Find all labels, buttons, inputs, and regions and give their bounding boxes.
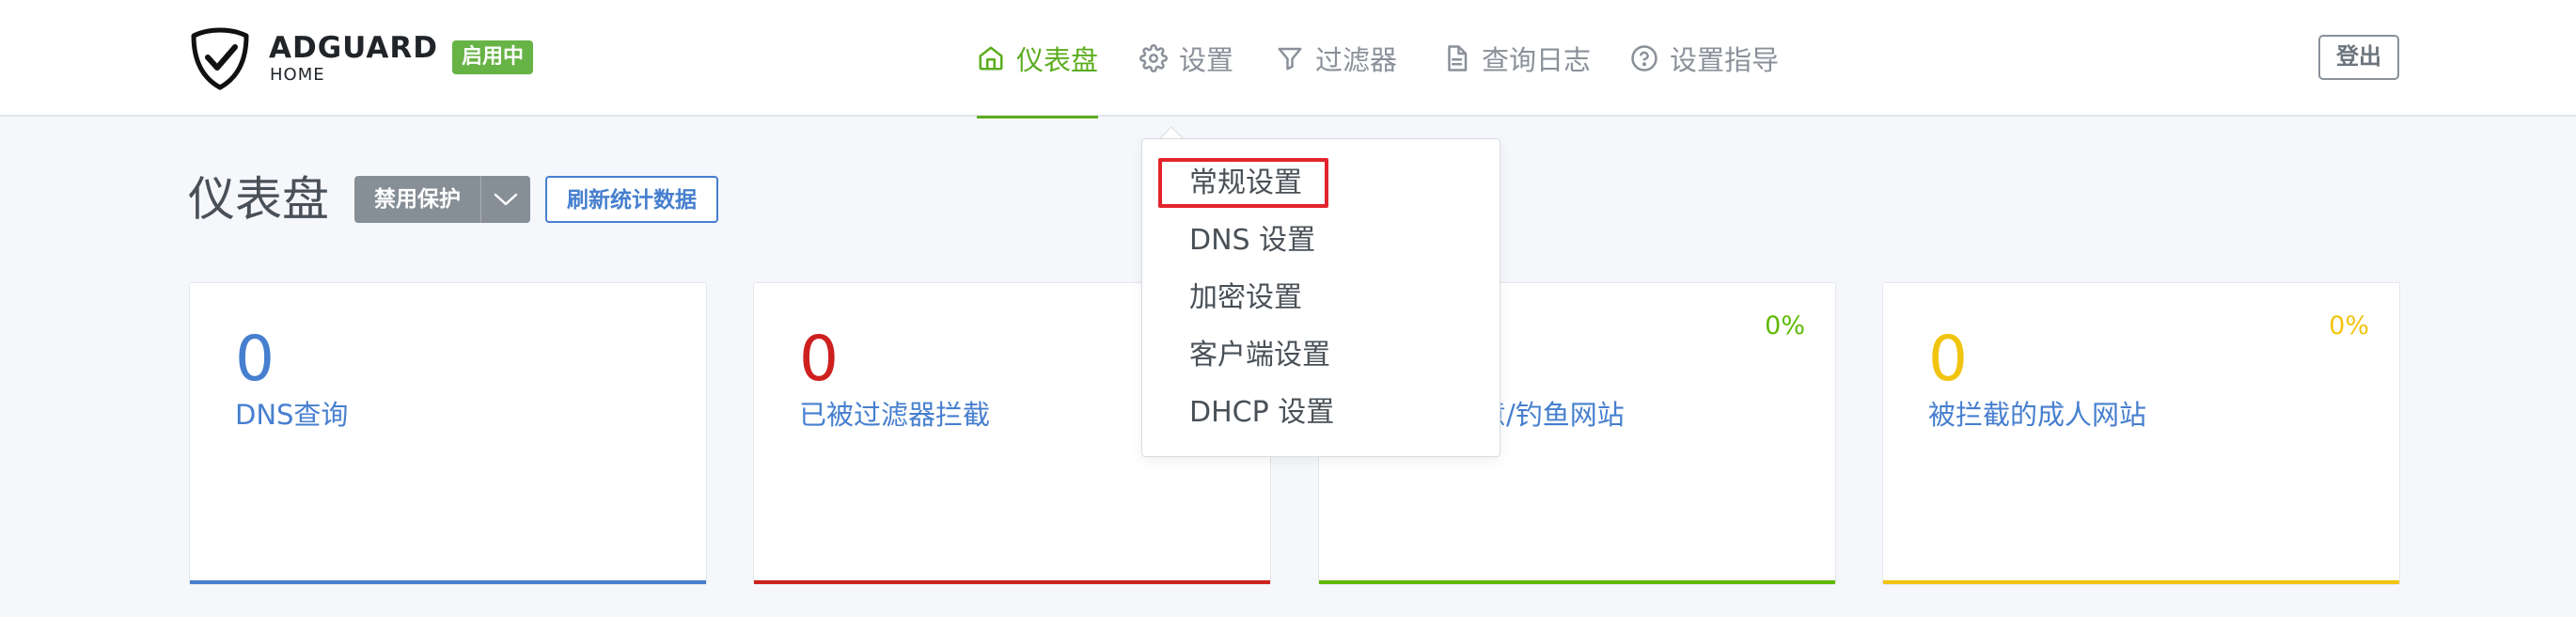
stat-count: 0 [1928, 323, 1968, 395]
stat-percent: 0% [2329, 311, 2369, 340]
nav-query-log[interactable]: 查询日志 [1442, 0, 1591, 117]
settings-dropdown-menu: 常规设置 DNS 设置 加密设置 客户端设置 DHCP 设置 [1141, 138, 1500, 457]
brand-subtitle: HOME [270, 65, 325, 85]
stat-card-blocked-adult-sites[interactable]: 0% 0 被拦截的成人网站 [1882, 282, 2400, 585]
gear-icon [1139, 44, 1168, 72]
nav-dashboard-label: 仪表盘 [1016, 44, 1099, 76]
menu-item-general-settings[interactable]: 常规设置 [1189, 160, 1302, 207]
help-circle-icon [1631, 45, 1657, 71]
page-title: 仪表盘 [188, 172, 329, 227]
stat-label: 被拦截的成人网站 [1928, 399, 2147, 431]
nav-settings[interactable]: 设置 [1139, 0, 1233, 117]
nav-filters[interactable]: 过滤器 [1276, 0, 1397, 117]
brand-name: ADGUARD [269, 31, 438, 65]
home-icon [979, 46, 1003, 71]
stat-card-dns-queries[interactable]: 0 DNS查询 [189, 282, 707, 585]
stat-label: 已被过滤器拦截 [799, 399, 991, 431]
menu-item-client-settings[interactable]: 客户端设置 [1189, 332, 1330, 379]
stat-percent: 0% [1765, 311, 1805, 340]
nav-filters-label: 过滤器 [1315, 44, 1398, 76]
filter-icon [1278, 47, 1302, 71]
stat-label: DNS查询 [235, 399, 349, 431]
top-navbar: ADGUARD HOME 启用中 仪表盘 设置 过滤器 查询日志 设置指导 登出 [0, 0, 2576, 119]
nav-dashboard[interactable]: 仪表盘 [977, 0, 1099, 119]
disable-protection-button-group: 禁用保护 [354, 176, 530, 223]
adguard-shield-logo[interactable] [188, 26, 252, 90]
disable-protection-button[interactable]: 禁用保护 [354, 176, 480, 223]
stat-bar [1883, 580, 2399, 584]
refresh-statistics-button[interactable]: 刷新统计数据 [545, 176, 718, 223]
menu-item-encryption-settings[interactable]: 加密设置 [1189, 275, 1302, 322]
logout-button[interactable]: 登出 [2318, 35, 2399, 80]
nav-settings-label: 设置 [1179, 44, 1234, 76]
stat-count: 0 [799, 323, 839, 395]
stat-count: 0 [235, 323, 275, 395]
nav-setup-guide[interactable]: 设置指导 [1630, 0, 1779, 117]
stat-bar [190, 580, 706, 584]
menu-item-dhcp-settings[interactable]: DHCP 设置 [1189, 389, 1334, 436]
chevron-down-icon [494, 193, 518, 206]
nav-setup-guide-label: 设置指导 [1670, 44, 1780, 76]
stat-label: 意/钓鱼网站 [1479, 399, 1625, 431]
document-icon [1448, 45, 1468, 71]
stat-bar [754, 580, 1270, 584]
menu-item-dns-settings[interactable]: DNS 设置 [1189, 217, 1315, 264]
stat-bar [1319, 580, 1835, 584]
nav-query-log-label: 查询日志 [1482, 44, 1592, 76]
protection-status-badge: 启用中 [452, 40, 534, 74]
disable-protection-dropdown-toggle[interactable] [480, 176, 530, 223]
